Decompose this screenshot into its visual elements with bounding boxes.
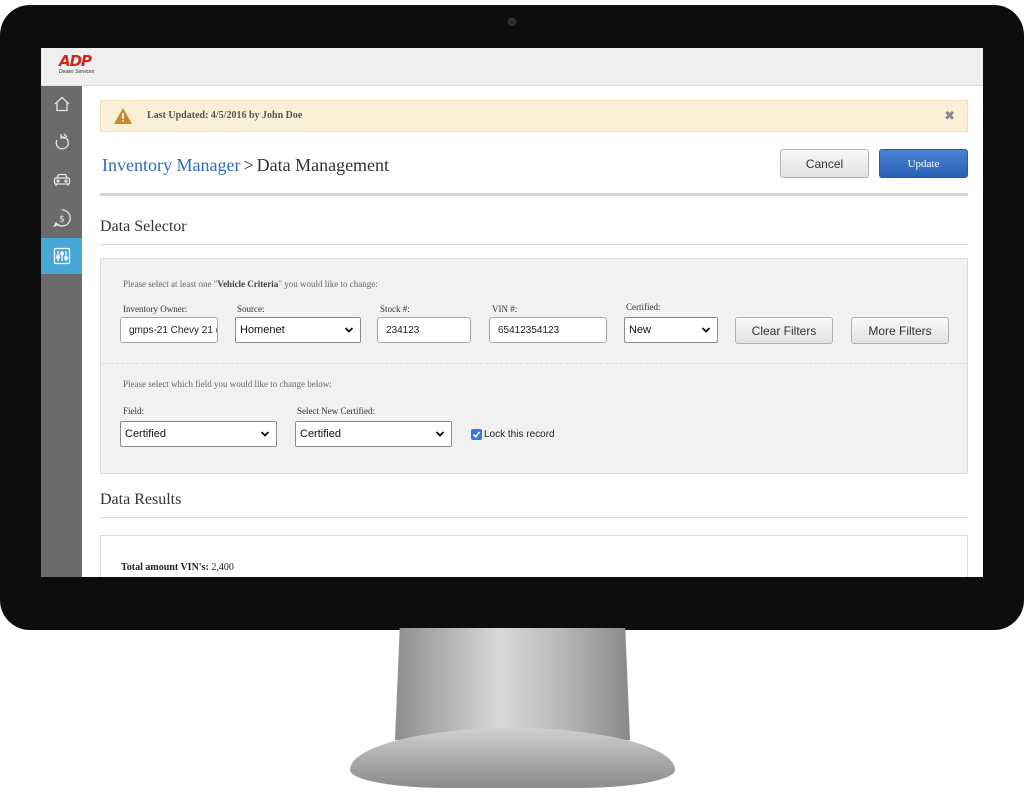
update-button[interactable]: Update [879, 149, 968, 178]
lock-record-checkbox[interactable] [471, 429, 482, 440]
new-certified-value: Certified [300, 428, 341, 440]
app-screen: ADP Dealer Services $ Last Updated: 4/5/… [41, 48, 983, 577]
field-label: Field: [123, 406, 145, 416]
sidebar-item-refresh[interactable] [41, 124, 82, 160]
update-alert: Last Updated: 4/5/2016 by John Doe ✖ [100, 100, 968, 132]
monitor-stand-neck [395, 628, 630, 740]
refresh-icon [55, 133, 69, 150]
certified-select[interactable]: New [624, 317, 718, 343]
clear-filters-button[interactable]: Clear Filters [735, 317, 833, 344]
data-results-panel: Total amount VIN's: 2,400 [100, 535, 968, 577]
chevron-down-icon [435, 431, 445, 437]
vin-field[interactable]: 65412354123 [489, 317, 607, 343]
section-divider [100, 244, 968, 245]
new-certified-label: Select New Certified: [297, 406, 375, 416]
change-hint: Please select which field you would like… [123, 379, 332, 389]
logo-subtitle: Dealer Services [59, 69, 95, 75]
lock-record-label[interactable]: Lock this record [484, 429, 555, 440]
chevron-down-icon [701, 327, 711, 333]
results-divider [100, 517, 968, 518]
sidebar-item-vehicles[interactable] [41, 162, 82, 198]
check-icon [472, 431, 481, 439]
logo-mark: ADP [59, 52, 92, 70]
certified-label: Certified: [626, 302, 661, 312]
source-select[interactable]: Homenet [235, 317, 361, 343]
home-icon [54, 96, 69, 112]
new-certified-select[interactable]: Certified [295, 421, 452, 447]
breadcrumb-current: Data Management [256, 155, 390, 175]
close-icon[interactable]: ✖ [944, 109, 955, 124]
main-content: Last Updated: 4/5/2016 by John Doe ✖ Inv… [82, 86, 983, 577]
top-bar: ADP Dealer Services [41, 48, 983, 86]
inventory-owner-field[interactable]: gmps-21 Chevy 21 (c [120, 317, 218, 343]
page-title: Inventory Manager > Data Management [102, 155, 389, 176]
camera-dot [508, 18, 516, 26]
sidebar: $ [41, 86, 82, 577]
field-value: Certified [125, 428, 166, 440]
stock-label: Stock #: [380, 304, 410, 314]
sidebar-item-data-management[interactable] [41, 238, 82, 274]
dollar-icon: $ [52, 209, 71, 228]
panel-divider [101, 363, 967, 364]
field-select[interactable]: Certified [120, 421, 277, 447]
certified-value: New [629, 324, 652, 336]
vin-label: VIN #: [492, 304, 518, 314]
cancel-button[interactable]: Cancel [780, 149, 869, 178]
title-divider [100, 193, 968, 196]
sidebar-item-home[interactable] [41, 86, 82, 122]
stock-field[interactable]: 234123 [377, 317, 471, 343]
svg-text:$: $ [59, 215, 65, 225]
car-icon [53, 173, 70, 186]
breadcrumb-link[interactable]: Inventory Manager [102, 155, 240, 175]
sliders-icon [53, 247, 70, 265]
sidebar-item-finance[interactable]: $ [41, 200, 82, 236]
source-value: Homenet [240, 324, 285, 336]
alert-text: Last Updated: 4/5/2016 by John Doe [147, 110, 303, 121]
more-filters-button[interactable]: More Filters [851, 317, 949, 344]
total-vins-label: Total amount VIN's: [121, 562, 209, 573]
data-results-title: Data Results [100, 491, 182, 508]
chevron-down-icon [344, 327, 354, 333]
inventory-owner-label: Inventory Owner: [123, 304, 188, 314]
total-vins-value: 2,400 [211, 562, 234, 573]
chevron-down-icon [260, 431, 270, 437]
source-label: Source: [237, 304, 265, 314]
warning-icon [113, 107, 133, 130]
data-selector-panel: Please select at least one "Vehicle Crit… [100, 258, 968, 474]
adp-logo[interactable]: ADP Dealer Services [59, 54, 99, 80]
criteria-hint: Please select at least one "Vehicle Crit… [123, 279, 378, 289]
data-selector-title: Data Selector [100, 218, 187, 235]
breadcrumb-separator: > [243, 155, 254, 175]
total-vins: Total amount VIN's: 2,400 [121, 562, 234, 573]
